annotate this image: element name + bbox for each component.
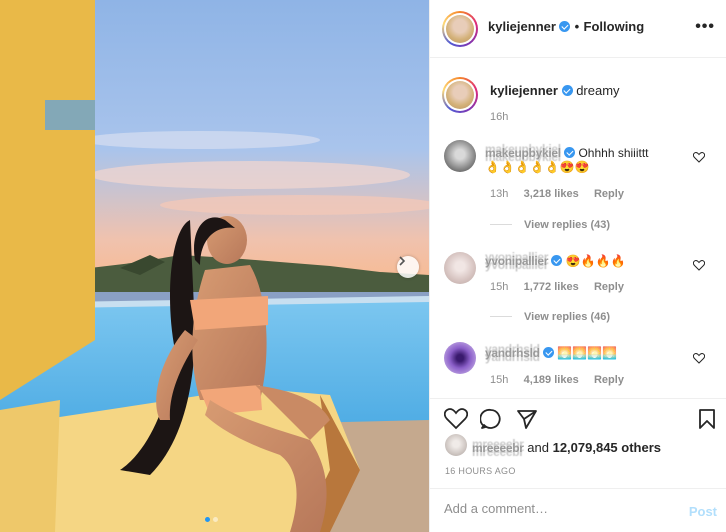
liked-by-username[interactable]: mreeeebr — [472, 441, 524, 455]
comment-username[interactable]: makeupbykiel — [485, 146, 561, 160]
divider-line — [490, 224, 512, 226]
carousel-indicator — [205, 517, 218, 522]
post-sidebar: kyliejenner • Following ••• kyliejenner … — [429, 0, 726, 532]
reply-button[interactable]: Reply — [594, 374, 624, 386]
caption-time: 16h — [490, 111, 509, 123]
verified-icon — [559, 21, 571, 32]
comment-icon[interactable] — [480, 408, 502, 430]
comment-avatar[interactable] — [444, 342, 476, 374]
carousel-next-button[interactable] — [397, 256, 419, 278]
comment-likes[interactable]: 3,218 likes — [524, 188, 579, 200]
heart-icon[interactable] — [444, 408, 468, 430]
reply-button[interactable]: Reply — [594, 281, 624, 293]
comment-emoji: 👌👌👌👌👌😍😍 — [485, 160, 590, 174]
chevron-right-icon — [399, 256, 406, 266]
comment-username[interactable]: yandrhsld — [485, 346, 540, 360]
view-replies[interactable]: View replies (43) — [490, 217, 610, 231]
comment: yvonipallier 😍🔥🔥🔥 — [485, 254, 626, 268]
comment-time: 15h — [490, 374, 509, 386]
verified-icon — [543, 347, 554, 358]
comment-input[interactable] — [444, 501, 674, 516]
caption-avatar-ring[interactable] — [442, 77, 478, 113]
comment-meta: 15h 1,772 likes Reply — [490, 281, 624, 293]
following-button[interactable]: Following — [584, 19, 645, 34]
verified-icon — [564, 147, 576, 158]
separator-dot: • — [574, 19, 580, 34]
liked-by-avatar[interactable] — [445, 434, 467, 456]
verified-icon — [551, 255, 563, 266]
bookmark-icon[interactable] — [698, 408, 716, 430]
post-image — [0, 0, 429, 532]
comment-meta: 15h 4,189 likes Reply — [490, 374, 624, 386]
view-replies-label[interactable]: View replies (46) — [524, 311, 610, 323]
post-header: kyliejenner • Following ••• — [430, 0, 726, 58]
more-icon[interactable]: ••• — [695, 18, 715, 36]
comment: yandrhsld 🌅🌅🌅🌅 — [485, 346, 617, 360]
caption: kyliejenner dreamy — [490, 83, 620, 98]
share-icon[interactable] — [516, 408, 538, 430]
comment-meta: 13h 3,218 likes Reply — [490, 188, 624, 200]
avatar[interactable] — [446, 81, 474, 109]
post-button[interactable]: Post — [689, 504, 717, 519]
comment-like-heart-icon[interactable] — [693, 353, 705, 364]
comment-like-heart-icon[interactable] — [693, 152, 705, 163]
carousel-dot-active — [205, 517, 210, 522]
post-photo[interactable] — [0, 0, 429, 532]
divider-line — [490, 316, 512, 318]
verified-icon — [561, 85, 573, 96]
story-ring[interactable] — [442, 11, 478, 47]
comment-avatar[interactable] — [444, 252, 476, 284]
comment-time: 15h — [490, 281, 509, 293]
add-comment-bar: Post — [430, 488, 726, 532]
author-username[interactable]: kyliejenner — [488, 19, 556, 34]
likes-summary: mreeeebr and 12,079,845 others — [472, 440, 661, 455]
likes-count[interactable]: 12,079,845 others — [553, 440, 661, 455]
caption-text: dreamy — [576, 83, 620, 98]
likes-and: and — [527, 440, 549, 455]
comment-likes[interactable]: 1,772 likes — [524, 281, 579, 293]
reply-button[interactable]: Reply — [594, 188, 624, 200]
comment-text: 🌅🌅🌅🌅 — [557, 346, 618, 360]
comment-text: Ohhhh shiiittt — [578, 146, 649, 160]
comment: makeupbykiel Ohhhh shiiittt — [485, 146, 649, 160]
comment-likes[interactable]: 4,189 likes — [524, 374, 579, 386]
carousel-dot — [213, 517, 218, 522]
view-replies-label[interactable]: View replies (43) — [524, 219, 610, 231]
comment-avatar[interactable] — [444, 140, 476, 172]
avatar[interactable] — [446, 15, 474, 43]
caption-username[interactable]: kyliejenner — [490, 83, 558, 98]
comment-text: 😍🔥🔥🔥 — [565, 254, 626, 268]
post-time: 16 HOURS AGO — [445, 466, 516, 476]
comment-like-heart-icon[interactable] — [693, 260, 705, 271]
comment-username[interactable]: yvonipallier — [485, 254, 548, 268]
comment-time: 13h — [490, 188, 509, 200]
view-replies[interactable]: View replies (46) — [490, 309, 610, 323]
